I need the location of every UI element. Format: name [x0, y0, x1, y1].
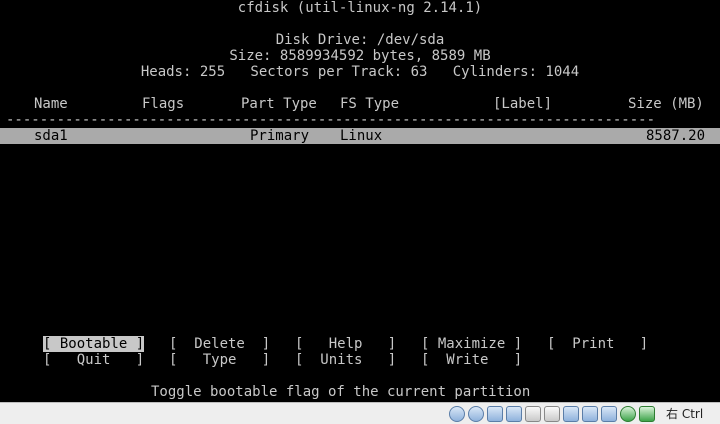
pencil-icon[interactable]: [525, 406, 541, 422]
partition-name: sda1: [34, 128, 68, 144]
shared-folders-icon[interactable]: [506, 406, 522, 422]
arrow-down-icon[interactable]: [639, 406, 655, 422]
mouse-integration-icon[interactable]: [620, 406, 636, 422]
maximize-button[interactable]: [ Maximize ]: [421, 336, 522, 352]
column-header-fs-type: FS Type: [340, 96, 400, 112]
header-separator: ----------------------------------------…: [6, 112, 656, 128]
help-button[interactable]: [ Help ]: [295, 336, 396, 352]
host-key-label: 右 Ctrl: [666, 407, 704, 421]
units-button[interactable]: [ Units ]: [295, 352, 396, 368]
column-header-part-type: Part Type: [241, 96, 317, 112]
network-icon[interactable]: [601, 406, 617, 422]
record-icon[interactable]: [563, 406, 579, 422]
display-icon[interactable]: [544, 406, 560, 422]
program-title: cfdisk (util-linux-ng 2.14.1): [237, 0, 483, 16]
partition-size: 8587.20: [646, 128, 706, 144]
column-header-size: Size (MB): [628, 96, 704, 112]
column-header-label: [Label]: [493, 96, 553, 112]
disk-drive-label: Disk Drive: /dev/sda: [275, 32, 445, 48]
partition-fs-type: Linux: [340, 128, 383, 144]
hard-disk-icon[interactable]: [449, 406, 465, 422]
partition-part-type: Primary: [250, 128, 310, 144]
write-button[interactable]: [ Write ]: [421, 352, 522, 368]
vm-statusbar: 右 Ctrl: [0, 402, 720, 424]
disk-geometry-label: Heads: 255 Sectors per Track: 63 Cylinde…: [140, 64, 580, 80]
partition-row[interactable]: sda1 Primary Linux 8587.20: [0, 128, 720, 144]
print-button[interactable]: [ Print ]: [547, 336, 648, 352]
column-header-flags: Flags: [142, 96, 185, 112]
optical-disk-icon[interactable]: [468, 406, 484, 422]
type-button[interactable]: [ Type ]: [169, 352, 270, 368]
quit-button[interactable]: [ Quit ]: [43, 352, 144, 368]
terminal-screen[interactable]: cfdisk (util-linux-ng 2.14.1) Disk Drive…: [0, 0, 720, 402]
bootable-button[interactable]: [ Bootable ]: [43, 336, 145, 352]
help-text: Toggle bootable flag of the current part…: [151, 384, 531, 400]
disk-size-label: Size: 8589934592 bytes, 8589 MB: [229, 48, 491, 64]
delete-button[interactable]: [ Delete ]: [169, 336, 270, 352]
column-header-name: Name: [34, 96, 68, 112]
usb-icon[interactable]: [487, 406, 503, 422]
vt-x-icon: [582, 406, 598, 422]
